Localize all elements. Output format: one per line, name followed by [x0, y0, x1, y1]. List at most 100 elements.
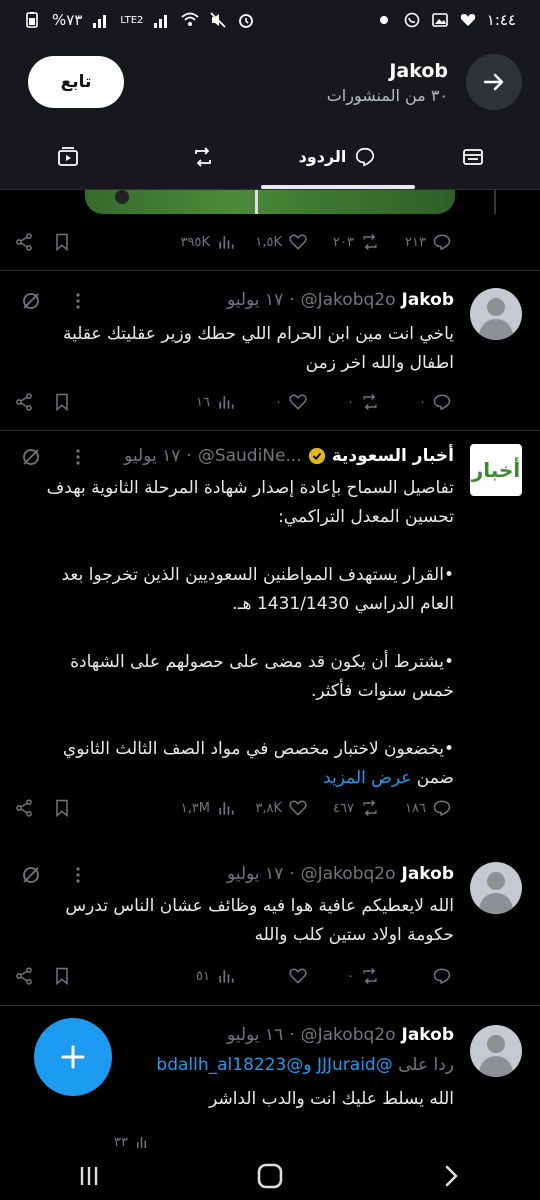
compose-button[interactable] — [34, 1018, 112, 1096]
like-count: ٠ — [275, 394, 282, 410]
status-bar: %٧٣ LTE2 ١:٤٤ — [0, 0, 540, 40]
bookmark-icon[interactable] — [52, 392, 72, 412]
post-header: Jakob @Jakobq2o · ١٦ يوليو — [227, 1025, 454, 1045]
post-date: ١٧ يوليو — [226, 864, 284, 884]
plus-icon — [61, 1045, 85, 1069]
views-icon — [219, 970, 234, 983]
author-name[interactable]: Jakob — [402, 1025, 455, 1045]
like-action[interactable]: ١,٥K — [236, 232, 308, 252]
repost-icon — [363, 233, 377, 251]
share-icon[interactable] — [14, 392, 34, 412]
share-bookmark-group — [14, 392, 72, 412]
avatar[interactable] — [470, 862, 522, 914]
network-label: LTE2 — [120, 14, 144, 26]
notification-dot-icon — [379, 16, 388, 24]
profile-name: Jakob — [389, 59, 448, 82]
show-more-link[interactable]: عرض المزيد — [323, 768, 411, 788]
tab-highlights[interactable] — [405, 124, 540, 189]
news-logo-avatar[interactable]: أخبار — [470, 444, 522, 496]
post-line: تحسين المعدل التراكمي: — [278, 507, 454, 527]
post-line: الله لايعطيكم عافية هوا فيه وظائف عشان ا… — [65, 896, 454, 916]
tab-reposts[interactable] — [135, 124, 270, 189]
home-icon[interactable] — [255, 1161, 285, 1191]
repost-action[interactable]: ٠ — [308, 966, 380, 986]
view-count: ٣٩٥K — [180, 234, 210, 250]
views-action[interactable]: ٥١ — [164, 966, 236, 986]
avatar[interactable] — [470, 288, 522, 340]
repost-action[interactable]: ٠ — [308, 392, 380, 412]
reply-action[interactable]: ٢١٣ — [380, 232, 452, 252]
share-bookmark-group — [14, 798, 72, 818]
back-nav-icon[interactable] — [438, 1163, 464, 1189]
dot-separator: · — [289, 290, 295, 310]
views-action[interactable]: ٣٩٥K — [164, 232, 236, 252]
share-icon[interactable] — [14, 798, 34, 818]
share-icon[interactable] — [14, 232, 34, 252]
author-handle[interactable]: @Jakobq2o — [301, 290, 396, 310]
like-action[interactable] — [236, 966, 308, 986]
post-line: •القرار يستهدف المواطنين السعوديين الذين… — [61, 565, 454, 585]
views-action[interactable]: ٣٣ — [114, 1133, 152, 1151]
like-action[interactable]: ٠ — [236, 392, 308, 412]
like-action[interactable]: ٣,٨K — [236, 798, 308, 818]
tab-replies-label: الردود — [298, 147, 347, 166]
avatar[interactable] — [470, 1025, 522, 1077]
tab-replies[interactable]: الردود — [270, 124, 405, 189]
more-options-icon[interactable] — [68, 447, 88, 467]
reply-action[interactable]: ١٨٦ — [380, 798, 452, 818]
back-button[interactable] — [466, 54, 522, 110]
reply-icon — [433, 800, 451, 817]
status-right: ١:٤٤ — [375, 11, 516, 29]
reply-to-users[interactable]: @JJJuraid و@bdallh_al18223 — [156, 1055, 392, 1075]
post-text: تفاصيل السماح بإعادة إصدار شهادة المرحلة… — [36, 474, 454, 793]
author-handle[interactable]: @Jakobq2o — [301, 864, 396, 884]
post-line: خمس سنوات فأكثر. — [310, 681, 454, 701]
repost-count: ٤٦٧ — [333, 800, 354, 816]
post-count: ٣٠ من المنشورات — [326, 85, 448, 105]
post-date: ١٧ يوليو — [124, 446, 181, 466]
header-titles: Jakob ٣٠ من المنشورات — [327, 60, 448, 105]
reply-action[interactable] — [380, 966, 452, 986]
repost-action[interactable]: ٢٠٣ — [308, 232, 380, 252]
author-handle[interactable]: @Jakobq2o — [301, 1025, 396, 1045]
bookmark-icon[interactable] — [52, 232, 72, 252]
reply-action[interactable]: ٠ — [380, 392, 452, 412]
share-bookmark-group — [14, 966, 72, 986]
media-image-bottom[interactable] — [85, 190, 455, 214]
more-options-icon[interactable] — [68, 291, 88, 311]
recents-icon[interactable] — [76, 1163, 102, 1189]
post-tools — [20, 446, 88, 468]
views-icon — [219, 236, 234, 249]
tab-media[interactable] — [0, 124, 135, 189]
header-right: Jakob ٣٠ من المنشورات — [327, 54, 522, 110]
grok-icon[interactable] — [20, 290, 42, 312]
heart-status-icon — [460, 14, 475, 26]
share-icon[interactable] — [14, 966, 34, 986]
author-name[interactable]: Jakob — [402, 290, 455, 310]
bookmark-icon[interactable] — [52, 798, 72, 818]
repost-action[interactable]: ٤٦٧ — [308, 798, 380, 818]
bookmark-icon[interactable] — [52, 966, 72, 986]
reply-count: ٠ — [419, 394, 426, 410]
arrow-right-icon — [483, 73, 504, 91]
post-header: Jakob @Jakobq2o · ١٧ يوليو — [227, 290, 454, 310]
alarm-icon — [239, 14, 254, 28]
dot-separator: · — [289, 1025, 295, 1045]
more-options-icon[interactable] — [68, 865, 88, 885]
grok-icon[interactable] — [20, 446, 42, 468]
share-bookmark-group — [14, 232, 72, 252]
author-name[interactable]: أخبار السعودية — [332, 446, 454, 466]
post-header: أخبار السعودية @SaudiNe... · ١٧ يوليو — [124, 446, 454, 466]
post-text: الله لايعطيكم عافية هوا فيه وظائف عشان ا… — [36, 892, 454, 950]
quoted-news-post[interactable]: أخبار أخبار السعودية @SaudiNe... · ١٧ يو… — [0, 430, 540, 830]
views-action[interactable]: ١٦ — [164, 392, 236, 412]
heart-icon — [289, 394, 307, 410]
author-handle[interactable]: @SaudiNe... — [198, 446, 302, 466]
views-action[interactable]: ١,٣M — [164, 798, 236, 818]
grok-icon[interactable] — [20, 864, 42, 886]
follow-button[interactable]: تابع — [28, 56, 124, 108]
profile-header: تابع Jakob ٣٠ من المنشورات — [0, 40, 540, 124]
post-date: ١٧ يوليو — [226, 290, 284, 310]
whatsapp-icon — [404, 12, 420, 28]
author-name[interactable]: Jakob — [402, 864, 455, 884]
